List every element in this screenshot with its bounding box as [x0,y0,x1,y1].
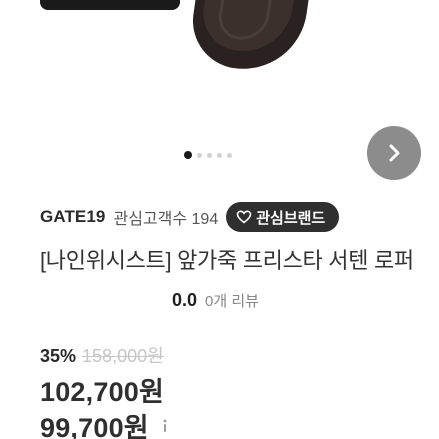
image-carousel-indicator [184,151,232,159]
rating-summary[interactable]: 0.0 0개 리뷰 [172,290,259,311]
discount-row: 35% 158,000원 [40,342,164,368]
carousel-dot[interactable] [227,152,232,158]
product-image-area[interactable] [0,0,439,150]
follower-count: 관심고객수 194 [113,211,219,228]
carousel-dot[interactable] [217,152,222,158]
chevron-right-icon [389,144,400,162]
carousel-dot[interactable] [197,152,202,158]
carousel-dot-active[interactable] [184,151,192,159]
review-count: 0개 리뷰 [205,293,259,310]
heart-icon [236,210,252,224]
seller-name[interactable]: GATE19 [40,207,105,227]
next-image-button[interactable] [367,126,421,180]
member-price: 99,700원 [40,413,149,439]
product-image-strap [40,0,180,10]
discount-rate: 35% [40,346,77,366]
rating-score: 0.0 [172,290,198,310]
sale-price: 102,700원 [40,377,165,407]
original-price: 158,000원 [82,346,164,366]
member-price-row: 99,700원 [40,406,171,439]
follow-brand-label: 관심브랜드 [256,209,326,227]
product-title: [나인위시스트] 앞가죽 프리스타 서텐 로퍼 [40,248,414,273]
follow-brand-button[interactable]: 관심브랜드 [226,202,340,232]
seller-row: GATE19 관심고객수 194 관심브랜드 [40,201,340,233]
info-icon[interactable] [159,416,171,436]
carousel-dot[interactable] [207,152,212,158]
